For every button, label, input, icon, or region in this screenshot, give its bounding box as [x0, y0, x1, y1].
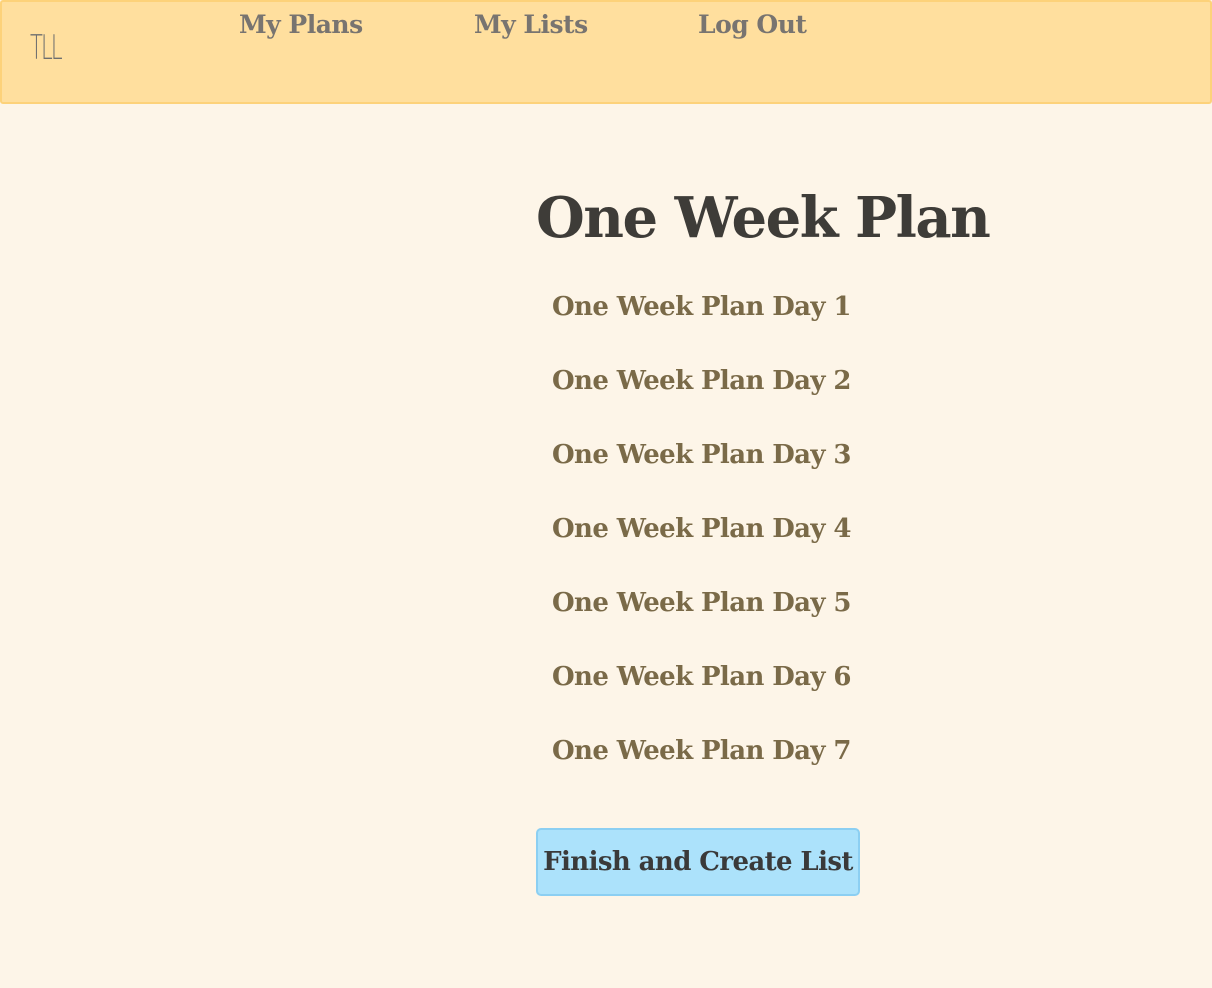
finish-and-create-list-button[interactable]: Finish and Create List: [536, 828, 860, 896]
nav-link-my-lists[interactable]: My Lists: [474, 10, 588, 39]
plan-day-list: One Week Plan Day 1 One Week Plan Day 2 …: [552, 292, 851, 810]
top-navbar: TLL My Plans My Lists Log Out: [0, 0, 1212, 104]
logo[interactable]: TLL: [30, 28, 63, 68]
nav-link-my-plans[interactable]: My Plans: [239, 10, 363, 39]
plan-day-7[interactable]: One Week Plan Day 7: [552, 736, 851, 810]
nav-link-log-out[interactable]: Log Out: [698, 10, 807, 39]
plan-day-3[interactable]: One Week Plan Day 3: [552, 440, 851, 514]
plan-day-4[interactable]: One Week Plan Day 4: [552, 514, 851, 588]
plan-day-1[interactable]: One Week Plan Day 1: [552, 292, 851, 366]
page-title: One Week Plan: [536, 185, 991, 251]
plan-day-2[interactable]: One Week Plan Day 2: [552, 366, 851, 440]
plan-day-5[interactable]: One Week Plan Day 5: [552, 588, 851, 662]
plan-day-6[interactable]: One Week Plan Day 6: [552, 662, 851, 736]
